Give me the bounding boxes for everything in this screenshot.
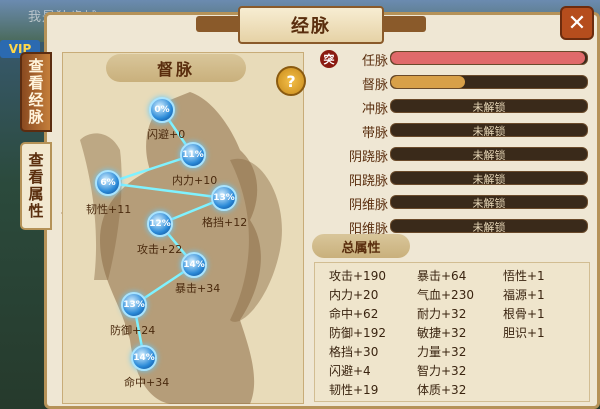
meridian-progress: [390, 51, 588, 65]
meridian-row-name: 阳跷脉: [348, 174, 388, 189]
locked-text: 未解锁: [472, 173, 506, 185]
attribute-value: 韧性+19: [329, 383, 379, 397]
meridian-progress: 未解锁: [390, 123, 588, 137]
meridian-progress: 未解锁: [390, 219, 588, 233]
meridian-progress: 未解锁: [390, 195, 588, 209]
node-label: 格挡+12: [202, 216, 248, 229]
meridian-progress: 未解锁: [390, 99, 588, 113]
node-label: 闪避+0: [147, 128, 186, 141]
locked-text: 未解锁: [472, 221, 506, 233]
attributes-table: 攻击+190 内力+20 命中+62 防御+192 格挡+30 闪避+4 韧性+…: [314, 262, 590, 402]
locked-text: 未解锁: [472, 149, 506, 161]
meridian-node[interactable]: 12%: [147, 211, 173, 237]
attribute-value: 悟性+1: [503, 269, 545, 283]
attribute-value: 敏捷+32: [417, 326, 467, 340]
meridian-progress: 未解锁: [390, 147, 588, 161]
meridian-row[interactable]: 阳跷脉 未解锁: [310, 169, 596, 189]
attribute-value: 根骨+1: [503, 307, 545, 321]
attribute-value: 力量+32: [417, 345, 467, 359]
meridian-row-name: 督脉: [361, 78, 388, 93]
meridian-node[interactable]: 0%: [149, 97, 175, 123]
meridian-row[interactable]: 阳维脉 未解锁: [310, 217, 596, 237]
attribute-value: 胆识+1: [503, 326, 545, 340]
locked-text: 未解锁: [472, 101, 506, 113]
node-label: 防御+24: [110, 324, 156, 337]
attribute-value: 格挡+30: [329, 345, 379, 359]
meridian-progress-fill: [391, 52, 586, 64]
meridian-progress: 未解锁: [390, 171, 588, 185]
attribute-value: 暴击+64: [417, 269, 467, 283]
attribute-value: 攻击+190: [329, 269, 386, 283]
meridian-row-name: 阴跷脉: [348, 150, 388, 165]
meridian-row[interactable]: 任脉: [310, 49, 596, 69]
attribute-value: 内力+20: [329, 288, 379, 302]
meridian-row-name: 带脉: [361, 126, 388, 141]
meridian-row[interactable]: 阴维脉 未解锁: [310, 193, 596, 213]
attribute-value: 耐力+32: [417, 307, 467, 321]
meridian-node[interactable]: 13%: [121, 292, 147, 318]
locked-text: 未解锁: [472, 197, 506, 209]
attribute-value: 气血+230: [417, 288, 474, 302]
node-label: 命中+34: [124, 376, 170, 389]
attribute-value: 智力+32: [417, 364, 467, 378]
meridian-row-name: 阴维脉: [348, 198, 388, 213]
meridian-row[interactable]: 冲脉 未解锁: [310, 97, 596, 117]
meridian-node[interactable]: 11%: [180, 142, 206, 168]
meridian-row[interactable]: 督脉: [310, 73, 596, 93]
meridian-row-name: 任脉: [361, 54, 388, 69]
node-label: 攻击+22: [137, 243, 183, 256]
meridian-row-name: 冲脉: [361, 102, 388, 117]
attribute-value: 福源+1: [503, 288, 545, 302]
node-label: 内力+10: [172, 174, 218, 187]
locked-text: 未解锁: [472, 125, 506, 137]
attribute-value: 防御+192: [329, 326, 386, 340]
meridian-node[interactable]: 13%: [211, 185, 237, 211]
node-label: 韧性+11: [86, 203, 132, 216]
total-attributes-title: 总属性: [341, 240, 381, 256]
meridian-row[interactable]: 阴跷脉 未解锁: [310, 145, 596, 165]
meridian-node[interactable]: 14%: [181, 252, 207, 278]
node-label: 暴击+34: [175, 282, 221, 295]
total-attributes-header: 总属性: [312, 234, 410, 258]
meridian-node[interactable]: 6%: [95, 170, 121, 196]
attribute-value: 体质+32: [417, 383, 467, 397]
attribute-value: 命中+62: [329, 307, 379, 321]
meridian-row[interactable]: 带脉 未解锁: [310, 121, 596, 141]
meridian-node[interactable]: 14%: [131, 345, 157, 371]
meridian-progress: [390, 75, 588, 89]
attribute-value: 闪避+4: [329, 364, 371, 378]
meridian-progress-fill: [391, 76, 466, 88]
